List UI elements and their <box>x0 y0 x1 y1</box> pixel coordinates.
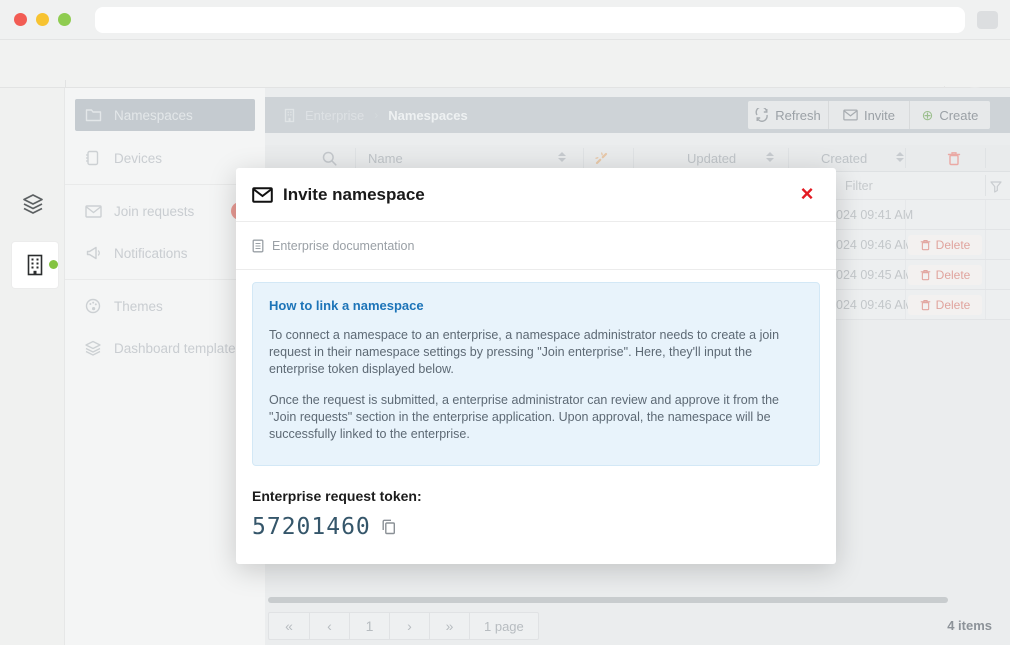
created-cell: 024 09:46 AM <box>836 298 913 312</box>
breadcrumb-separator-icon: › <box>374 108 378 122</box>
delete-button-label: Delete <box>936 298 971 312</box>
envelope-icon <box>843 109 858 121</box>
token-label: Enterprise request token: <box>252 488 422 504</box>
delete-button[interactable]: Delete <box>908 235 982 255</box>
sidebar-item-label: Themes <box>114 299 163 314</box>
delete-button[interactable]: Delete <box>908 295 982 315</box>
window-close-button[interactable] <box>14 13 27 26</box>
online-status-dot <box>49 260 58 269</box>
breadcrumb-enterprise[interactable]: Enterprise <box>305 108 364 123</box>
book-icon <box>252 239 264 253</box>
envelope-icon <box>85 205 102 218</box>
sidebar-item-label: Dashboard templates <box>114 341 242 356</box>
trash-icon <box>920 269 931 281</box>
toolbar: Refresh Invite ⊕ Create <box>748 101 990 129</box>
created-cell: 024 09:41 AM <box>836 208 913 222</box>
items-count-label: 4 items <box>947 618 992 633</box>
refresh-button[interactable]: Refresh <box>748 101 828 129</box>
trash-icon <box>920 239 931 251</box>
next-page-button[interactable]: › <box>389 613 429 639</box>
app-header: Embion B.V. <box>0 40 1010 88</box>
device-icon <box>85 150 102 166</box>
plus-circle-icon: ⊕ <box>922 108 934 122</box>
delete-button-label: Delete <box>936 268 971 282</box>
sidebar-item-notifications[interactable]: Notifications <box>75 237 255 269</box>
sidebar: Namespaces Devices Join requests 2 Notif… <box>65 88 265 645</box>
invite-button[interactable]: Invite <box>828 101 909 129</box>
sidebar-item-label: Namespaces <box>114 108 193 123</box>
browser-window: Embion B.V. ⚙ Namespaces <box>0 0 1010 645</box>
breadcrumb-namespaces: Namespaces <box>388 108 468 123</box>
delete-button-label: Delete <box>936 238 971 252</box>
column-header-created[interactable]: Created <box>821 151 867 166</box>
sidebar-item-label: Notifications <box>114 246 188 261</box>
address-bar[interactable] <box>95 7 965 33</box>
sidebar-item-label: Devices <box>114 151 162 166</box>
enterprise-request-token: 57201460 <box>252 514 371 540</box>
sidebar-item-devices[interactable]: Devices <box>75 142 255 174</box>
prev-page-button[interactable]: ‹ <box>309 613 349 639</box>
column-header-updated[interactable]: Updated <box>687 151 736 166</box>
info-paragraph-1: To connect a namespace to an enterprise,… <box>269 327 803 378</box>
sidebar-divider <box>65 184 265 185</box>
sidebar-item-dashboard-templates[interactable]: Dashboard templates <box>75 332 255 364</box>
enterprise-building-icon <box>283 108 296 123</box>
info-box: How to link a namespace To connect a nam… <box>252 282 820 466</box>
enterprise-documentation-link[interactable]: Enterprise documentation <box>272 239 414 253</box>
invite-button-label: Invite <box>864 108 895 123</box>
modal-title: Invite namespace <box>283 185 425 205</box>
horizontal-scrollbar[interactable] <box>268 597 948 603</box>
sort-icon[interactable] <box>896 152 903 162</box>
create-button-label: Create <box>939 108 978 123</box>
last-page-button[interactable]: » <box>429 613 469 639</box>
modal-header: Invite namespace × <box>236 168 836 222</box>
created-cell: 024 09:45 AM <box>836 268 913 282</box>
sidebar-item-label: Join requests <box>114 204 194 219</box>
layers-icon <box>85 340 102 356</box>
browser-chrome <box>0 0 1010 40</box>
sort-icon[interactable] <box>558 152 565 162</box>
documentation-row: Enterprise documentation <box>236 223 836 270</box>
trash-icon <box>947 151 961 171</box>
close-icon[interactable]: × <box>794 181 820 207</box>
invite-namespace-modal: Invite namespace × Enterprise documentat… <box>236 168 836 564</box>
sidebar-item-namespaces[interactable]: Namespaces <box>75 99 255 131</box>
pagination: « ‹ 1 › » 1 page <box>268 612 539 640</box>
trash-icon <box>920 299 931 311</box>
info-box-title: How to link a namespace <box>269 298 803 313</box>
sort-icon[interactable] <box>766 152 773 162</box>
create-button[interactable]: ⊕ Create <box>909 101 990 129</box>
delete-button[interactable]: Delete <box>908 265 982 285</box>
refresh-icon <box>755 108 769 122</box>
window-zoom-button[interactable] <box>58 13 71 26</box>
created-filter-input[interactable]: Filter <box>845 179 873 193</box>
refresh-button-label: Refresh <box>775 108 821 123</box>
stack-icon[interactable] <box>21 192 45 221</box>
folder-icon <box>85 108 102 122</box>
browser-extension-button[interactable] <box>977 11 998 29</box>
sidebar-item-themes[interactable]: Themes <box>75 290 255 322</box>
copy-icon[interactable] <box>381 519 396 535</box>
sidebar-item-join-requests[interactable]: Join requests 2 <box>75 195 255 227</box>
window-minimize-button[interactable] <box>36 13 49 26</box>
token-row: 57201460 <box>252 514 396 540</box>
page-count-label: 1 page <box>469 613 538 639</box>
created-cell: 024 09:46 AM <box>836 238 913 252</box>
envelope-icon <box>252 187 273 203</box>
funnel-icon[interactable] <box>990 180 1002 198</box>
icon-rail: ⚙ <box>0 88 65 645</box>
megaphone-icon <box>85 246 102 260</box>
info-paragraph-2: Once the request is submitted, a enterpr… <box>269 392 803 443</box>
current-page[interactable]: 1 <box>349 613 389 639</box>
first-page-button[interactable]: « <box>269 613 309 639</box>
sidebar-divider <box>65 279 265 280</box>
palette-icon <box>85 298 102 314</box>
column-header-name[interactable]: Name <box>368 151 403 166</box>
